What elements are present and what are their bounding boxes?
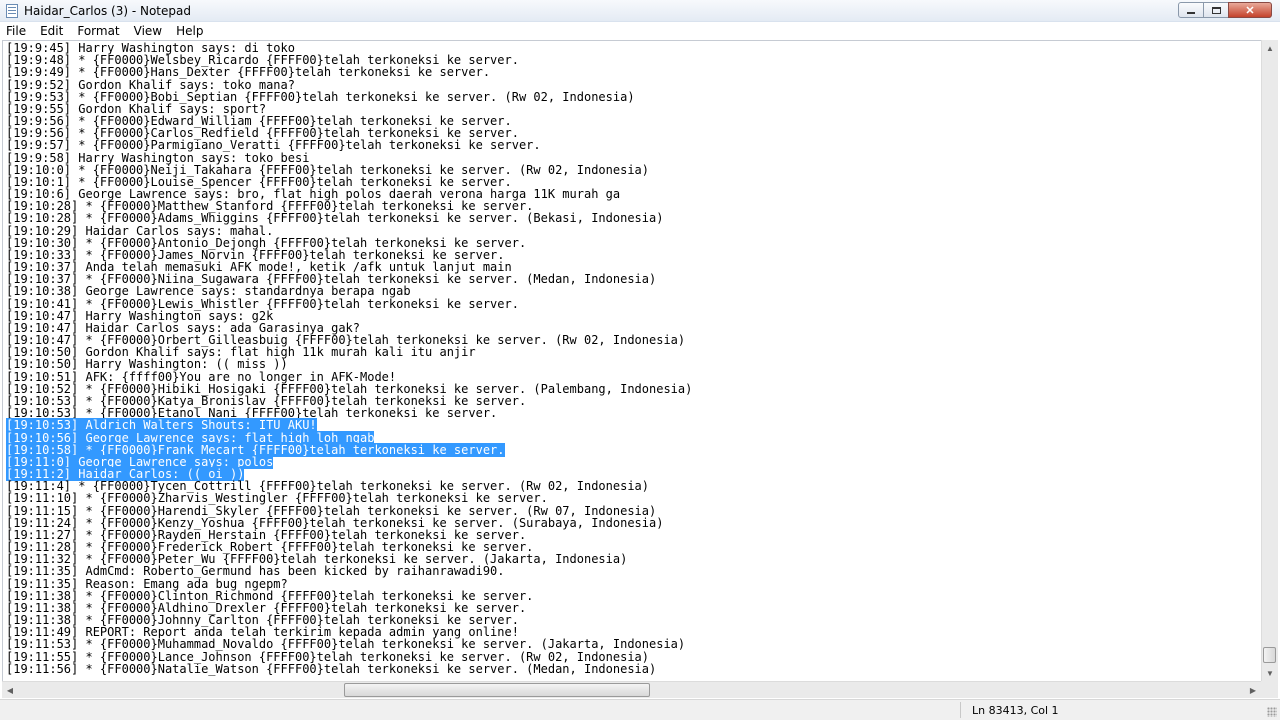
maximize-icon [1211,6,1221,14]
close-icon: ✕ [1245,4,1255,17]
cursor-position: Ln 83413, Col 1 [972,704,1059,717]
menu-bar: File Edit Format View Help [0,22,1280,40]
window-controls: ✕ [1178,2,1272,19]
scroll-left-icon[interactable]: ◀ [2,682,18,698]
text-line: [19:10:56] George Lawrence says: flat hi… [6,430,692,445]
horizontal-scrollbar[interactable]: ◀ ▶ [2,681,1261,698]
maximize-button[interactable] [1203,2,1229,18]
menu-view[interactable]: View [127,24,169,38]
menu-edit[interactable]: Edit [33,24,70,38]
horizontal-scroll-thumb[interactable] [344,683,650,697]
scrollbar-corner [1261,681,1278,698]
menu-file[interactable]: File [0,24,33,38]
status-bar: Ln 83413, Col 1 [0,699,1280,720]
vertical-scroll-thumb[interactable] [1263,647,1276,663]
text-lines: [19:9:45] Harry Washington says: di toko… [6,42,692,675]
line-text: [19:11:56] * {FF0000}Natalie_Watson {FFF… [6,661,657,676]
scroll-right-icon[interactable]: ▶ [1245,682,1261,698]
notepad-icon [6,4,18,18]
text-line: [19:10:53] Aldrich Walters Shouts: ITU A… [6,418,692,433]
minimize-button[interactable] [1178,2,1204,18]
text-line: [19:11:56] * {FF0000}Natalie_Watson {FFF… [6,663,692,675]
scroll-down-icon[interactable]: ▼ [1262,665,1278,681]
title-bar: Haidar_Carlos (3) - Notepad ✕ [0,0,1280,22]
scroll-up-icon[interactable]: ▲ [1262,40,1278,56]
resize-grip-icon[interactable] [1267,707,1277,717]
status-separator [960,702,961,718]
text-editor[interactable]: [19:9:45] Harry Washington says: di toko… [2,40,1261,681]
minimize-icon [1187,12,1195,14]
close-button[interactable]: ✕ [1228,2,1272,18]
menu-help[interactable]: Help [169,24,210,38]
menu-format[interactable]: Format [70,24,126,38]
window-title: Haidar_Carlos (3) - Notepad [24,4,191,18]
vertical-scrollbar[interactable]: ▲ ▼ [1261,40,1278,681]
